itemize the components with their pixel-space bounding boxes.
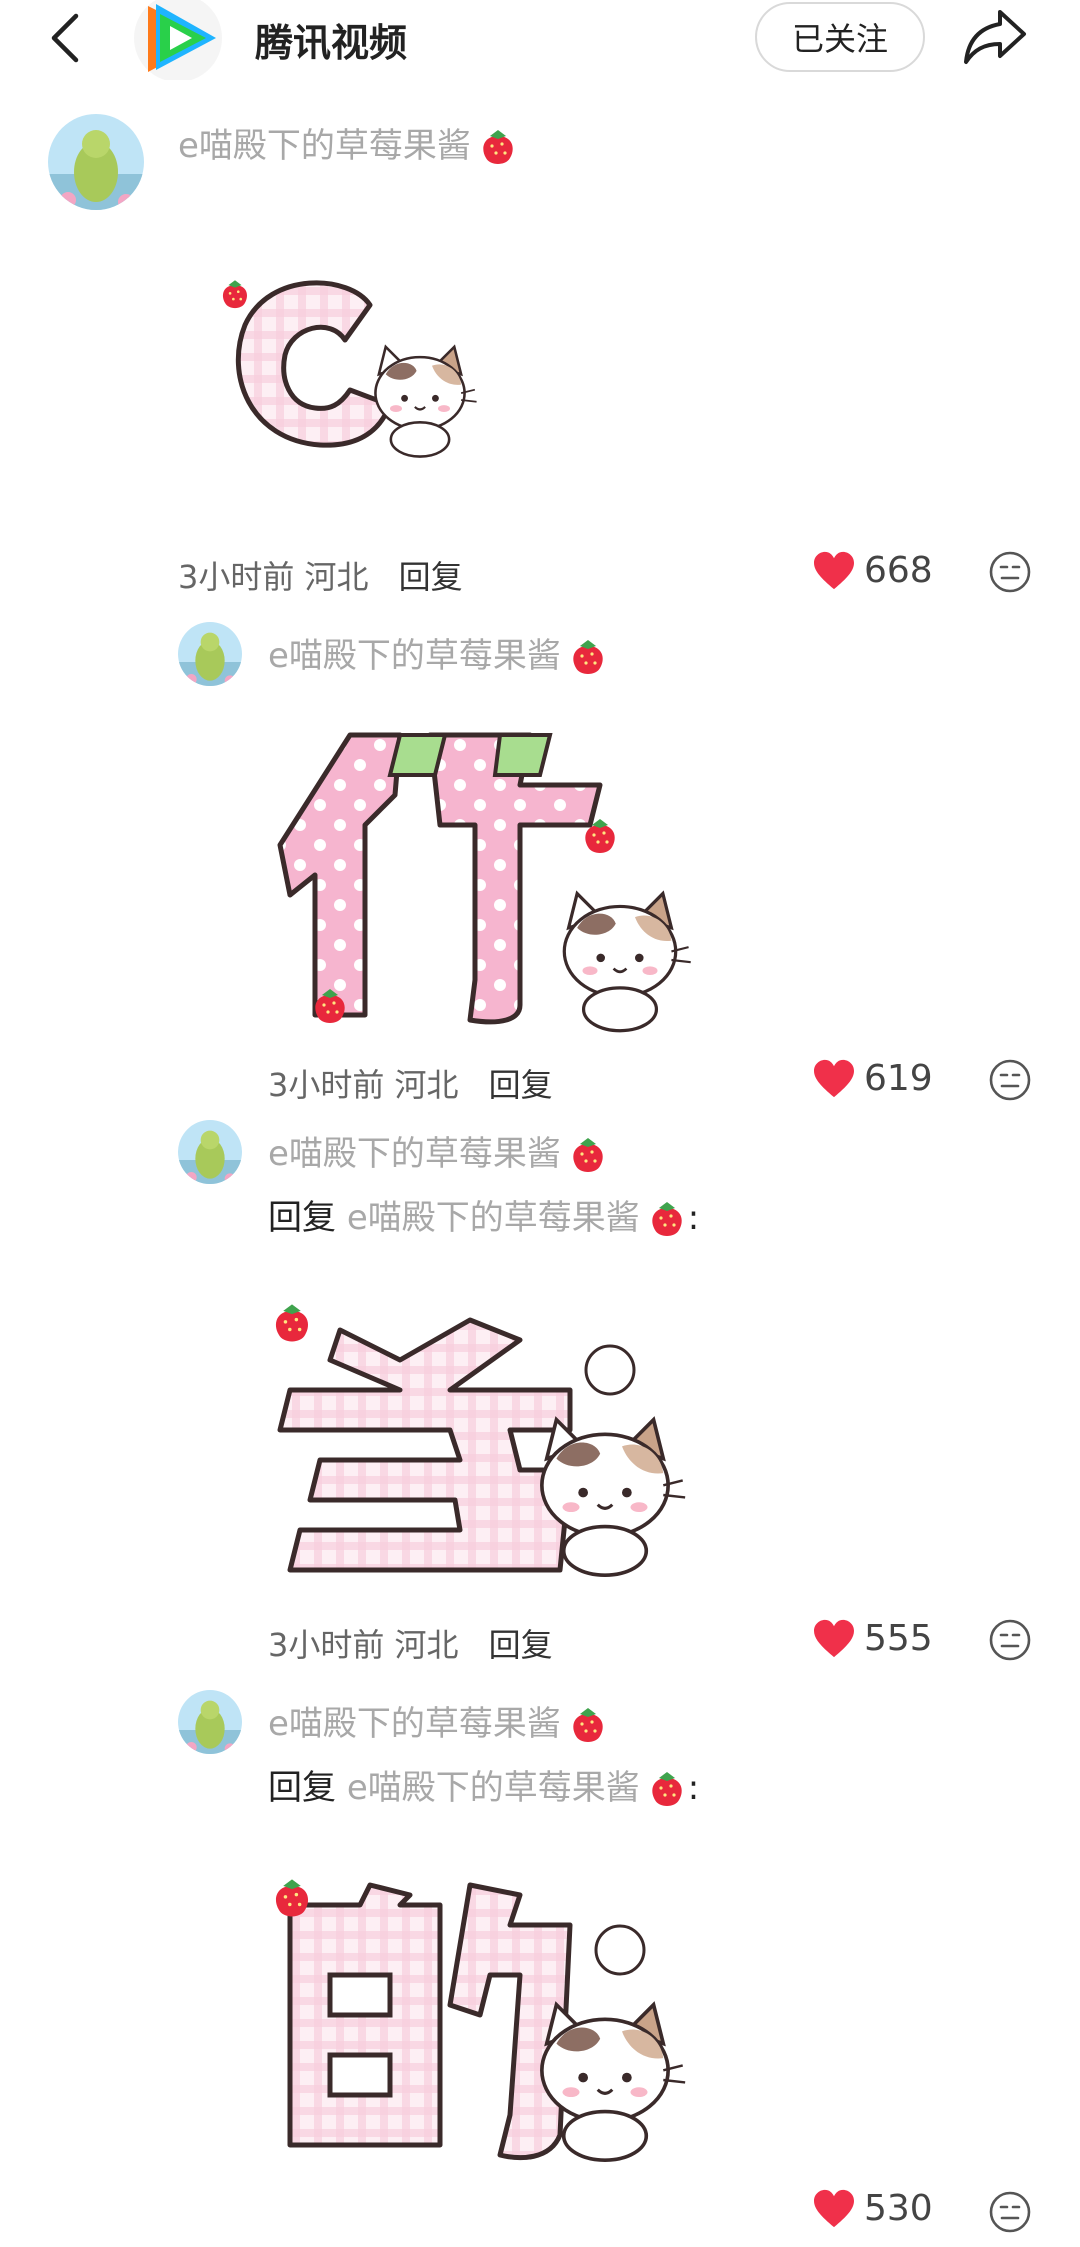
comment-username[interactable]: e喵殿下的草莓果酱 <box>178 118 519 170</box>
avatar[interactable] <box>178 622 242 686</box>
tencent-video-logo <box>130 0 226 82</box>
dislike-face-icon[interactable] <box>988 1618 1032 1662</box>
sticker-character: 你 <box>270 715 280 718</box>
back-arrow-icon[interactable] <box>42 8 92 68</box>
avatar[interactable] <box>48 114 144 210</box>
heart-icon <box>812 1059 856 1099</box>
comment-username[interactable]: e喵殿下的草莓果酱 <box>268 1126 609 1178</box>
sticker-image[interactable]: 你 <box>270 715 710 1040</box>
strawberry-icon <box>567 636 609 680</box>
like-button[interactable]: 555 <box>812 1618 933 1659</box>
reply-to-username[interactable]: e喵殿下的草莓果酱 <box>347 1768 640 1808</box>
share-icon[interactable] <box>962 6 1030 68</box>
comment-meta: 3小时前 河北 回复 <box>268 1066 553 1104</box>
channel-title: 腾讯视频 <box>255 21 408 65</box>
reply-button[interactable]: 回复 <box>489 1066 553 1104</box>
reply-to-line: 回复 e喵殿下的草莓果酱: <box>268 1190 699 1242</box>
reply-to-username[interactable]: e喵殿下的草莓果酱 <box>347 1198 640 1238</box>
strawberry-icon <box>646 1198 688 1242</box>
top-bar: 腾讯视频 已关注 <box>0 0 1080 82</box>
follow-button[interactable]: 已关注 <box>755 2 925 72</box>
avatar[interactable] <box>178 1690 242 1754</box>
sticker-letter: C <box>350 265 420 289</box>
sticker-image[interactable]: 的 <box>270 1865 710 2175</box>
like-count: 619 <box>864 1058 933 1099</box>
sticker-image[interactable]: C <box>210 265 490 480</box>
heart-icon <box>812 551 856 591</box>
sticker-image[interactable]: 爸 <box>270 1300 710 1600</box>
like-button[interactable]: 668 <box>812 550 933 591</box>
strawberry-icon <box>567 1704 609 1748</box>
dislike-face-icon[interactable] <box>988 2190 1032 2234</box>
strawberry-icon <box>646 1768 688 1812</box>
dislike-face-icon[interactable] <box>988 1058 1032 1102</box>
avatar[interactable] <box>178 1120 242 1184</box>
strawberry-icon <box>477 126 519 170</box>
like-count: 555 <box>864 1618 933 1659</box>
strawberry-icon <box>567 1134 609 1178</box>
like-count: 668 <box>864 550 933 591</box>
heart-icon <box>812 1619 856 1659</box>
sticker-character: 的 <box>270 1865 280 1868</box>
comment-username[interactable]: e喵殿下的草莓果酱 <box>268 628 609 680</box>
like-button[interactable]: 619 <box>812 1058 933 1099</box>
sticker-character: 爸 <box>270 1300 280 1303</box>
comment-meta: 3小时前 河北 回复 <box>178 558 463 596</box>
heart-icon <box>812 2189 856 2229</box>
dislike-face-icon[interactable] <box>988 550 1032 594</box>
comment-meta: 3小时前 河北 回复 <box>268 1626 553 1664</box>
reply-button[interactable]: 回复 <box>399 558 463 596</box>
like-count: 530 <box>864 2188 933 2229</box>
reply-button[interactable]: 回复 <box>489 1626 553 1664</box>
reply-to-line: 回复 e喵殿下的草莓果酱: <box>268 1760 699 1812</box>
like-button[interactable]: 530 <box>812 2188 933 2229</box>
comment-username[interactable]: e喵殿下的草莓果酱 <box>268 1696 609 1748</box>
